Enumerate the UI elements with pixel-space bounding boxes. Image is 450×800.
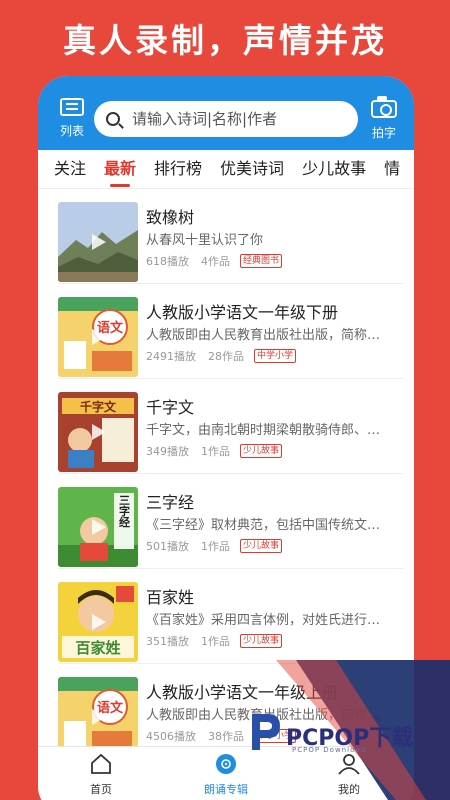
pcpop-p-icon (252, 714, 280, 750)
list-item[interactable]: 千字文 千字文 千字文，由南北朝时期梁朝散骑侍郎、… 349播放 1作品 少儿故… (58, 379, 404, 474)
album-description: 《三字经》取材典范，包括中国传统文… (146, 518, 381, 533)
tab-kids-stories[interactable]: 少儿故事 (293, 154, 375, 188)
works-count: 1作品 (201, 540, 230, 553)
play-count: 349播放 (146, 445, 189, 458)
album-title: 三字经 (146, 493, 195, 512)
list-item[interactable]: 百家姓 百家姓 《百家姓》采用四言体例，对姓氏进行… 351播放 1作品 少儿故… (58, 569, 404, 664)
play-icon (92, 614, 106, 630)
album-cover: 千字文 (58, 392, 138, 472)
album-title: 千字文 (146, 398, 195, 417)
album-cover: 语文 (58, 677, 138, 757)
category-tabs: 关注 最新 排行榜 优美诗词 少儿故事 情 (38, 154, 414, 188)
search-bar[interactable] (94, 101, 358, 137)
album-title: 致橡树 (146, 208, 195, 227)
cover-text: 三字经 (118, 494, 131, 528)
nav-home-label: 首页 (90, 783, 112, 796)
category-tag: 少儿故事 (240, 444, 283, 458)
album-cover: 语文 (58, 297, 138, 377)
album-meta: 349播放 1作品 少儿故事 (146, 443, 283, 459)
play-count: 618播放 (146, 255, 189, 268)
play-icon (92, 234, 106, 250)
list-item[interactable]: 三字经 三字经 《三字经》取材典范，包括中国传统文… 501播放 1作品 少儿故… (58, 474, 404, 569)
album-description: 人教版即由人民教育出版社出版，简称… (146, 328, 381, 343)
album-meta: 2491播放 28作品 中学小学 (146, 348, 297, 364)
nav-home[interactable]: 首页 (66, 753, 136, 797)
works-count: 1作品 (201, 445, 230, 458)
works-count: 4作品 (201, 255, 230, 268)
photo-search-button[interactable]: 拍字 (364, 96, 404, 142)
play-count: 351播放 (146, 635, 189, 648)
play-count: 2491播放 (146, 350, 196, 363)
book-icon (60, 98, 84, 116)
menu-list-label: 列表 (59, 124, 84, 138)
tab-more[interactable]: 情 (375, 154, 409, 188)
album-description: 从春风十里认识了你 (146, 233, 264, 248)
category-tag: 中学小学 (254, 349, 297, 363)
works-count: 38作品 (208, 730, 244, 743)
album-description: 千字文，由南北朝时期梁朝散骑侍郎、… (146, 423, 381, 438)
play-icon (92, 424, 106, 440)
album-title: 人教版小学语文一年级下册 (146, 303, 339, 322)
album-description: 《百家姓》采用四言体例，对姓氏进行… (146, 613, 381, 628)
play-count: 501播放 (146, 540, 189, 553)
nav-album[interactable]: 朗诵专辑 (191, 753, 261, 797)
play-count: 4506播放 (146, 730, 196, 743)
category-tag: 少儿故事 (240, 539, 283, 553)
list-item[interactable]: 语文 人教版小学语文一年级下册 人教版即由人民教育出版社出版，简称… 2491播… (58, 284, 404, 379)
album-cover: 三字经 (58, 487, 138, 567)
tab-follow[interactable]: 关注 (38, 154, 95, 188)
category-tag: 少儿故事 (240, 634, 283, 648)
watermark-subtext: PCPOP Download (292, 746, 367, 754)
category-tag: 经典图书 (240, 254, 283, 268)
nav-album-label: 朗诵专辑 (204, 783, 248, 796)
album-meta: 351播放 1作品 少儿故事 (146, 633, 283, 649)
home-icon (91, 753, 111, 774)
works-count: 28作品 (208, 350, 244, 363)
promo-headline: 真人录制，声情并茂 (63, 21, 387, 60)
search-input[interactable] (132, 110, 352, 128)
photo-search-label: 拍字 (371, 126, 396, 140)
camera-icon (371, 96, 397, 118)
album-icon (216, 754, 236, 774)
album-cover (58, 202, 138, 282)
search-icon (106, 112, 120, 126)
tab-poems[interactable]: 优美诗词 (211, 154, 293, 188)
album-meta: 501播放 1作品 少儿故事 (146, 538, 283, 554)
cover-text: 千字文 (80, 399, 117, 414)
play-icon (92, 709, 106, 725)
works-count: 1作品 (201, 635, 230, 648)
album-title: 百家姓 (146, 588, 195, 607)
tab-latest[interactable]: 最新 (95, 154, 145, 188)
play-icon (92, 329, 106, 345)
menu-list-button[interactable]: 列表 (52, 98, 92, 144)
tab-ranking[interactable]: 排行榜 (145, 154, 211, 188)
top-bar: 列表 拍字 (38, 76, 414, 150)
album-cover: 百家姓 (58, 582, 138, 662)
play-icon (92, 519, 106, 535)
list-item[interactable]: 致橡树 从春风十里认识了你 618播放 4作品 经典图书 (58, 189, 404, 284)
album-meta: 618播放 4作品 经典图书 (146, 253, 283, 269)
cover-text: 百家姓 (75, 639, 120, 657)
